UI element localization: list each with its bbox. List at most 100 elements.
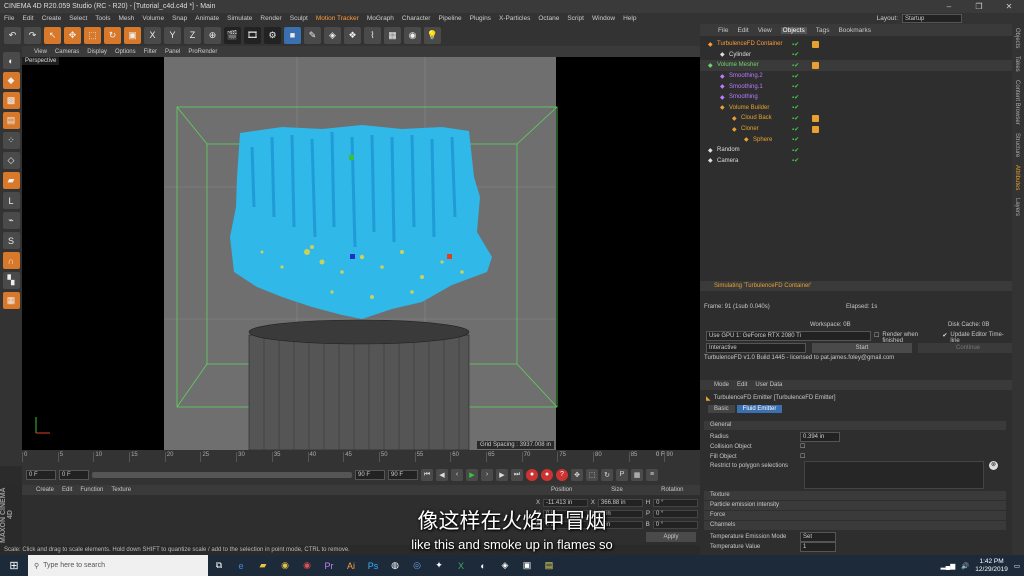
render-picture-viewer-icon[interactable]: 🎞 [244, 26, 261, 44]
visibility-toggle[interactable]: ▪✔ [792, 51, 799, 58]
floor-icon[interactable]: ▦ [384, 26, 401, 44]
magnet-icon[interactable]: ∩ [2, 252, 20, 269]
manager-tab-structure[interactable]: Structure [1012, 129, 1022, 161]
timeline-menu-icon[interactable]: ≡ [646, 468, 658, 481]
menu-item-plugins[interactable]: Plugins [470, 15, 491, 22]
premiere-icon[interactable]: Pr [318, 555, 340, 576]
object-menu-bookmarks[interactable]: Bookmarks [838, 27, 871, 34]
next-frame-icon[interactable]: › [481, 468, 493, 481]
fill-checkbox[interactable]: ☐ [800, 453, 805, 460]
previous-key-icon[interactable]: ◀ [436, 468, 448, 481]
object-tag-icon[interactable] [812, 40, 819, 48]
visibility-toggle[interactable]: ▪✔ [792, 83, 799, 90]
recent-tool-icon[interactable]: ▣ [124, 26, 141, 44]
snap-icon[interactable]: S [2, 232, 20, 249]
go-to-start-icon[interactable]: ⏮ [421, 468, 433, 481]
y-axis-icon[interactable]: Y [164, 26, 181, 44]
collision-checkbox[interactable]: ☐ [800, 443, 805, 450]
end-frame-field[interactable]: 90 F [388, 469, 418, 480]
volume-icon[interactable]: 🔊 [961, 562, 969, 570]
visibility-toggle[interactable]: ▪✔ [792, 136, 799, 143]
pen-icon[interactable]: ✎ [304, 26, 321, 44]
attributes-menu-mode[interactable]: Mode [714, 382, 729, 388]
viewport[interactable]: Perspective Grid Spacing : 3937.008 in [22, 57, 700, 450]
visibility-toggle[interactable]: ▪✔ [792, 41, 799, 48]
menu-item-edit[interactable]: Edit [22, 15, 33, 22]
object-tag-icon[interactable] [812, 114, 819, 122]
autokey-icon[interactable]: ● [541, 468, 553, 481]
visibility-toggle[interactable]: ▪✔ [792, 157, 799, 164]
menu-item-create[interactable]: Create [42, 15, 62, 22]
object-menu-objects[interactable]: Objects [780, 26, 807, 34]
notifications-icon[interactable]: ▭ [1014, 562, 1020, 570]
manager-tab-layers[interactable]: Layers [1012, 194, 1022, 220]
menu-item-x-particles[interactable]: X-Particles [499, 15, 530, 22]
gpu-select[interactable]: Use GPU 1: GeForce RTX 2080 Ti [706, 331, 871, 341]
layout-select[interactable]: Startup [902, 14, 962, 23]
menu-item-select[interactable]: Select [69, 15, 87, 22]
camera-icon[interactable]: ◉ [404, 26, 421, 44]
preview-start-field[interactable]: 0 F [59, 469, 89, 480]
object-row[interactable]: ◆ Cylinder ▪✔ [700, 50, 1012, 61]
start-frame-field[interactable]: 0 F [26, 469, 56, 480]
menu-item-sculpt[interactable]: Sculpt [290, 15, 308, 22]
app-icon[interactable]: ◐ [472, 555, 494, 576]
app-icon[interactable]: ◈ [494, 555, 516, 576]
polygons-mode-icon[interactable]: ▰ [2, 172, 20, 189]
select-tool-icon[interactable]: ↖ [44, 26, 61, 44]
maximize-button[interactable]: ❐ [964, 0, 994, 13]
viewport-menu-options[interactable]: Options [115, 49, 136, 55]
menu-item-octane[interactable]: Octane [538, 15, 559, 22]
render-view-icon[interactable]: 🎬 [224, 26, 241, 44]
preview-range-slider[interactable] [92, 471, 352, 478]
network-icon[interactable]: ▂▄▆ [941, 562, 956, 570]
play-icon[interactable]: ▶ [466, 468, 478, 481]
manager-tab-attributes[interactable]: Attributes [1012, 161, 1022, 194]
x-axis-icon[interactable]: X [144, 26, 161, 44]
axis-handle[interactable] [350, 254, 355, 259]
light-icon[interactable]: 💡 [424, 26, 441, 44]
windows-start-icon[interactable]: ⊞ [0, 555, 28, 576]
menu-item-animate[interactable]: Animate [195, 15, 219, 22]
object-menu-view[interactable]: View [758, 27, 772, 34]
material-menu-function[interactable]: Function [80, 487, 103, 493]
viewport-menu-filter[interactable]: Filter [144, 49, 157, 55]
illustrator-icon[interactable]: Ai [340, 555, 362, 576]
tab-basic[interactable]: Basic [708, 405, 735, 413]
menu-item-volume[interactable]: Volume [142, 15, 164, 22]
minimize-button[interactable]: – [934, 0, 964, 13]
menu-item-window[interactable]: Window [592, 15, 615, 22]
deformer-icon[interactable]: ⌇ [364, 26, 381, 44]
material-menu-create[interactable]: Create [36, 487, 54, 493]
z-axis-icon[interactable]: Z [184, 26, 201, 44]
preview-end-field[interactable]: 90 F [355, 469, 385, 480]
attributes-menu-user-data[interactable]: User Data [755, 382, 782, 388]
go-to-end-icon[interactable]: ⏭ [511, 468, 523, 481]
record-icon[interactable]: ● [526, 468, 538, 481]
menu-item-render[interactable]: Render [260, 15, 281, 22]
render-settings-icon[interactable]: ⚙ [264, 26, 281, 44]
visibility-toggle[interactable]: ▪✔ [792, 94, 799, 101]
material-menu-edit[interactable]: Edit [62, 487, 72, 493]
model-mode-icon[interactable]: ◆ [2, 72, 20, 89]
object-row[interactable]: ◆ Camera ▪✔ [700, 156, 1012, 167]
scale-key-icon[interactable]: ⬚ [586, 468, 598, 481]
object-row[interactable]: ◆ Cloud Back ▪✔ [700, 113, 1012, 124]
visibility-toggle[interactable]: ▪✔ [792, 126, 799, 133]
array-icon[interactable]: ❖ [344, 26, 361, 44]
keyframe-selection-icon[interactable]: ? [556, 468, 568, 481]
axis-handle[interactable] [447, 254, 452, 259]
viewport-menu-display[interactable]: Display [87, 49, 107, 55]
object-row[interactable]: ◆ TurbulenceFD Container ▪✔ [700, 39, 1012, 50]
manager-tab-objects[interactable]: Objects [1012, 24, 1022, 52]
viewport-menu-prorender[interactable]: ProRender [188, 49, 217, 55]
rotate-tool-icon[interactable]: ↻ [104, 26, 121, 44]
object-row[interactable]: ◆ Random ▪✔ [700, 145, 1012, 156]
timeline-ruler[interactable]: 0 5 10 15 20 25 30 35 40 45 50 55 60 65 70 75 80 85 90 [22, 452, 700, 462]
manager-tab-takes[interactable]: Takes [1012, 52, 1022, 76]
edge-icon[interactable]: e [230, 555, 252, 576]
param-key-icon[interactable]: P [616, 468, 628, 481]
grid-icon[interactable]: ▦ [2, 292, 20, 309]
texture-mode-icon[interactable]: ▩ [2, 92, 20, 109]
rotation-key-icon[interactable]: ↻ [601, 468, 613, 481]
